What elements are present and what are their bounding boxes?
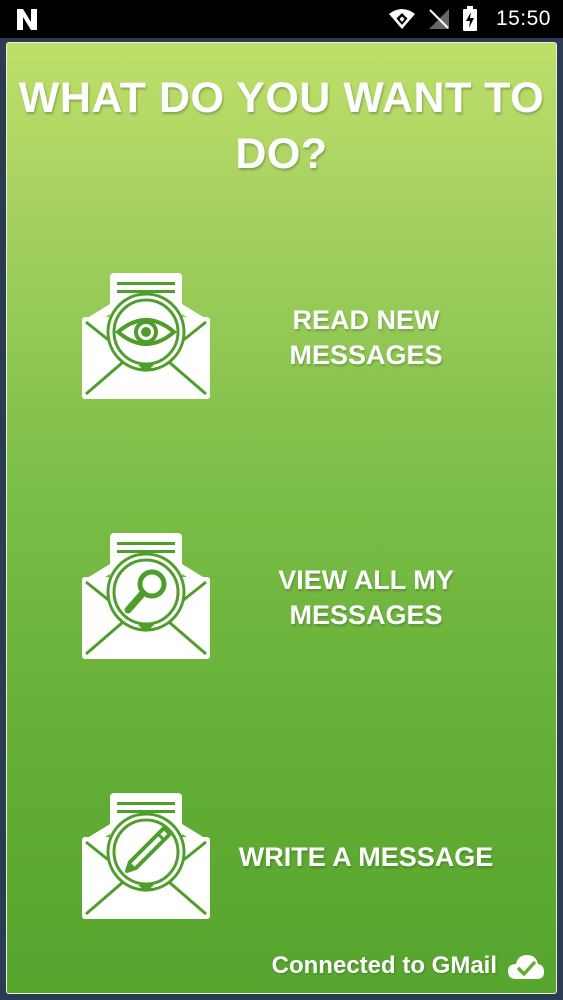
envelope-search-icon [82,533,210,659]
no-signal-icon [428,9,449,29]
status-icons: 15:50 [388,0,551,38]
notification-n-icon [17,9,37,30]
envelope-eye-icon [82,273,210,399]
write-message-button[interactable]: WRITE A MESSAGE [0,790,563,930]
cloud-check-icon [508,955,544,979]
view-all-messages-label: VIEW ALL MY MESSAGES [278,565,454,630]
view-all-messages-button[interactable]: VIEW ALL MY MESSAGES [0,530,563,670]
envelope-pencil-icon [82,793,210,919]
read-new-messages-button[interactable]: READ NEW MESSAGES [0,270,563,410]
wifi-icon [388,9,415,29]
connection-status: Connected to GMail [272,952,545,980]
read-new-messages-label: READ NEW MESSAGES [289,305,443,370]
write-message-label: WRITE A MESSAGE [238,842,494,872]
connection-status-text: Connected to GMail [271,952,497,979]
battery-charging-icon [462,6,477,31]
page-title: WHAT DO YOU WANT TO DO? [18,74,545,178]
clock: 15:50 [495,7,551,30]
status-bar: 15:50 [0,0,563,38]
